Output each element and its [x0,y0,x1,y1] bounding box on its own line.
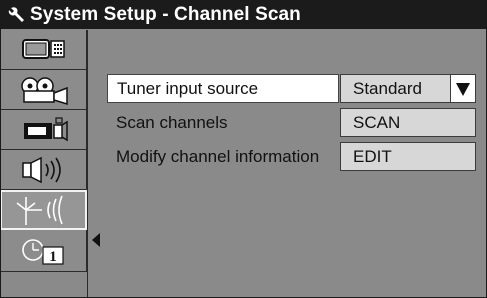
timer-badge: 1 [49,249,57,265]
clock-icon: 1 [20,236,68,266]
tuner-input-source-value: Standard [353,78,422,98]
channel-scan-screen: System Setup - Channel Scan 1 Tuner inpu… [0,0,487,298]
sidebar-item-camera[interactable] [1,110,87,150]
tuner-input-source-label[interactable]: Tuner input source [107,74,339,103]
sidebar-item-projector[interactable] [1,70,87,110]
title-bar: System Setup - Channel Scan [1,1,486,29]
sidebar-item-antenna[interactable] [1,190,87,230]
camera-icon [18,116,70,144]
modify-channel-information-label: Modify channel information [116,146,320,166]
speaker-icon [17,155,71,185]
scan-button-label: SCAN [353,112,401,132]
chevron-down-icon[interactable] [450,75,475,102]
antenna-icon [14,193,74,227]
selection-pointer-icon [92,233,100,247]
tv-screen-icon [21,37,67,63]
window-title: System Setup - Channel Scan [30,4,301,25]
sidebar-item-audio[interactable] [1,150,87,190]
sidebar: 1 [1,30,88,297]
edit-button[interactable]: EDIT [340,142,476,171]
scan-button[interactable]: SCAN [340,108,476,137]
sidebar-item-timer[interactable]: 1 [1,230,87,272]
wrench-icon [5,4,27,26]
edit-button-label: EDIT [353,146,392,166]
projector-icon [18,75,70,105]
sidebar-item-display[interactable] [1,30,87,70]
tuner-input-source-dropdown[interactable]: Standard [340,74,476,103]
scan-channels-label: Scan channels [116,112,228,132]
